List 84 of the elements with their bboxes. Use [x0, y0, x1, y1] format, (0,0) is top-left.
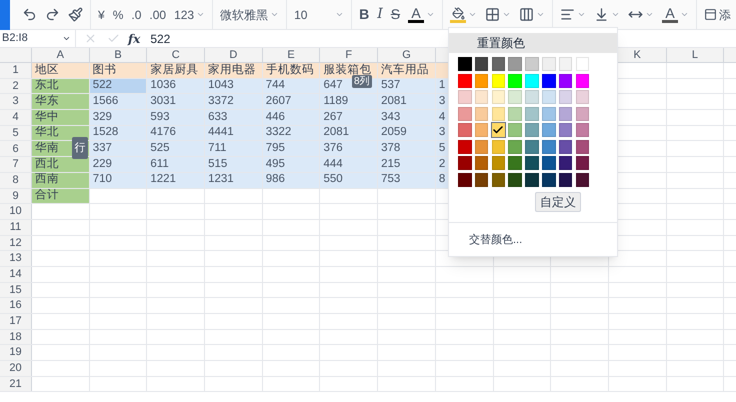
table-cell: 515: [205, 157, 263, 172]
table-cell: 611: [147, 157, 206, 172]
custom-color-button[interactable]: 自定义: [535, 192, 581, 212]
table-cell: 3031: [147, 94, 206, 110]
table-cell: 986: [262, 172, 320, 188]
table-cell: 215: [378, 157, 436, 172]
table-cell: 3372: [205, 94, 263, 110]
text-color-label: A: [408, 6, 424, 22]
table-cell: 华东: [32, 94, 90, 110]
table-cell: 2059: [378, 126, 436, 140]
column-header[interactable]: A: [56, 46, 64, 64]
dropdown-button[interactable]: 123: [170, 2, 210, 26]
table-cell: 2081: [378, 94, 436, 110]
table-cell: 710: [90, 172, 148, 188]
table-cell: 1231: [205, 172, 263, 188]
table-cell: 337: [90, 141, 148, 156]
dropdown-button[interactable]: 10: [290, 2, 348, 26]
table-cell: 267: [320, 110, 378, 125]
table-cell: 343: [378, 110, 436, 125]
row-count-tooltip: 行: [72, 137, 88, 159]
strikethrough-button[interactable]: S: [386, 2, 404, 26]
bold-button[interactable]: B: [355, 2, 374, 26]
table-cell: 合计: [32, 188, 90, 204]
table-cell: 地区: [32, 63, 90, 78]
table-cell: 东北: [32, 78, 90, 94]
table-cell: 家用电器: [205, 63, 263, 78]
column-header[interactable]: D: [229, 46, 238, 64]
table-cell: 1043: [205, 78, 263, 94]
column-header[interactable]: E: [287, 46, 295, 64]
column-header[interactable]: B: [114, 46, 122, 64]
table-cell: 手机数码: [262, 63, 320, 78]
table-cell: 3322: [262, 126, 320, 140]
table-cell: 229: [90, 157, 148, 172]
text-color-label: A: [662, 6, 678, 22]
table-cell: 1036: [147, 78, 206, 94]
format-button[interactable]: .00: [145, 2, 170, 26]
column-header[interactable]: G: [402, 46, 411, 64]
add-button[interactable]: 添: [700, 2, 736, 26]
table-cell: 家居厨具: [147, 63, 206, 78]
alternate-colors-item[interactable]: 交替颜色...: [449, 222, 617, 248]
name-box[interactable]: B2:I8: [0, 30, 76, 47]
table-cell: 753: [378, 172, 436, 188]
table-cell: 1528: [90, 126, 148, 140]
table-cell: 汽车用品: [378, 63, 436, 78]
table-cell: 图书: [90, 63, 148, 78]
format-button[interactable]: .0: [127, 2, 146, 26]
italic-button[interactable]: I: [373, 2, 387, 26]
table-cell: 4441: [205, 126, 263, 140]
table-cell: 1189: [320, 94, 378, 110]
table-cell: 525: [147, 141, 206, 156]
table-cell: 593: [147, 110, 206, 125]
table-cell: 西北: [32, 157, 90, 172]
table-cell: 华中: [32, 110, 90, 125]
column-header[interactable]: L: [692, 46, 698, 64]
table-cell: 795: [262, 141, 320, 156]
dropdown-button[interactable]: 微软雅黑: [216, 2, 284, 26]
table-cell: 633: [205, 110, 263, 125]
format-button[interactable]: ¥: [94, 2, 109, 26]
text-color-button[interactable]: A: [404, 2, 440, 26]
table-cell: 376: [320, 141, 378, 156]
column-header[interactable]: C: [172, 46, 180, 64]
table-cell: 444: [320, 157, 378, 172]
table-cell: 378: [378, 141, 436, 156]
table-cell: 550: [320, 172, 378, 188]
reset-color-item[interactable]: 重置颜色: [449, 33, 617, 53]
table-cell: 744: [262, 78, 320, 94]
table-cell: 2081: [320, 126, 378, 140]
format-button[interactable]: %: [108, 2, 128, 26]
column-header[interactable]: F: [345, 46, 352, 64]
table-cell: 1221: [147, 172, 206, 188]
table-cell: 537: [378, 78, 436, 94]
table-cell: 711: [205, 141, 263, 156]
table-cell: 522: [90, 78, 148, 94]
table-cell: 4176: [147, 126, 206, 140]
function-icon: fx: [128, 30, 140, 48]
table-cell: 495: [262, 157, 320, 172]
table-cell: 329: [90, 110, 148, 125]
text-color-button[interactable]: A: [658, 2, 694, 26]
table-cell: 1566: [90, 94, 148, 110]
column-count-tooltip: 8列: [352, 75, 372, 88]
column-header[interactable]: K: [634, 46, 641, 64]
table-cell: 2607: [262, 94, 320, 110]
table-cell: 西南: [32, 172, 90, 188]
table-cell: 446: [262, 110, 320, 125]
